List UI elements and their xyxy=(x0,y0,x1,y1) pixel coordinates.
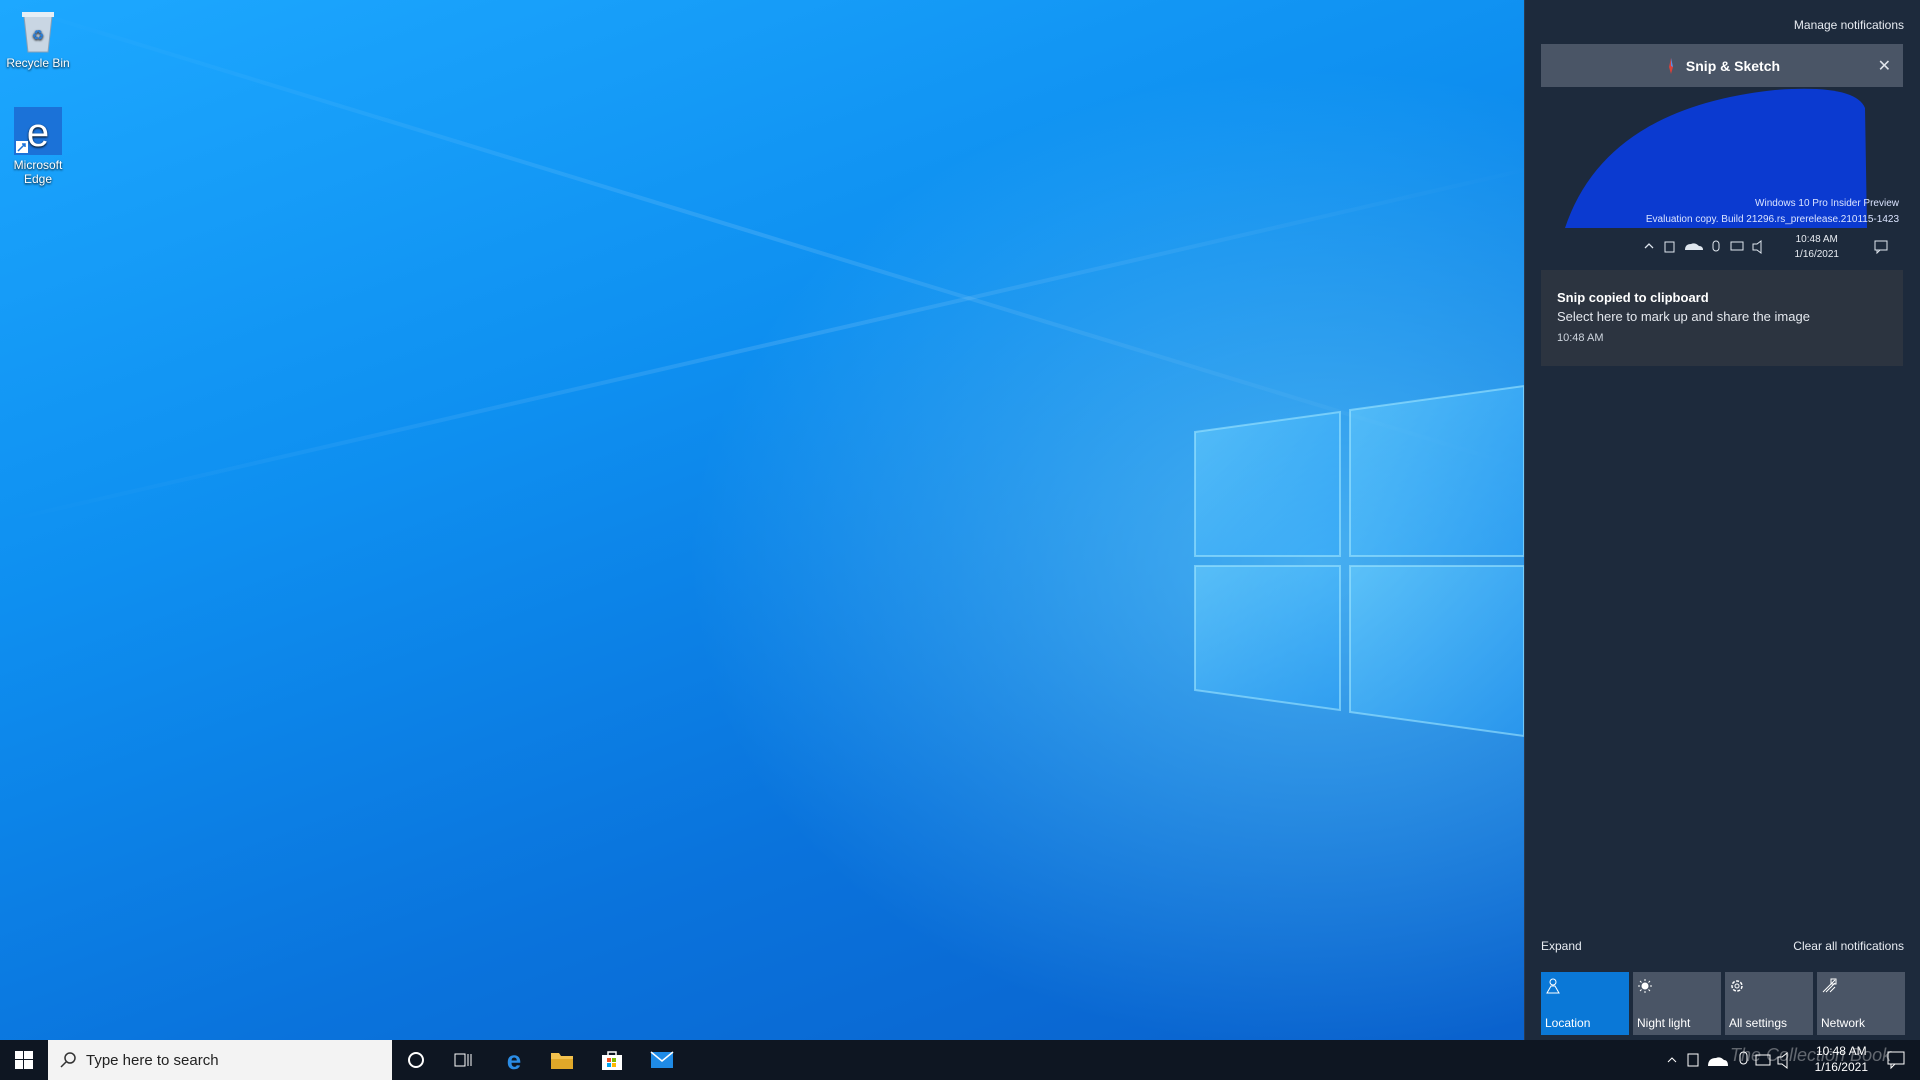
edge-label: Microsoft Edge xyxy=(13,158,63,186)
edge-icon: e xyxy=(14,107,62,155)
toast-title: Snip copied to clipboard xyxy=(1557,290,1709,305)
thumb-time: 10:48 AM xyxy=(1795,234,1838,245)
clear-all-notifications-link[interactable]: Clear all notifications xyxy=(1793,939,1904,953)
store-taskbar-button[interactable] xyxy=(588,1040,636,1080)
search-placeholder: Type here to search xyxy=(86,1051,219,1069)
folder-icon xyxy=(551,1053,573,1069)
network-icon xyxy=(1822,978,1837,993)
edge-desktop-icon[interactable]: e Microsoft Edge xyxy=(0,106,76,186)
recycle-bin-desktop-icon[interactable]: ♻ Recycle Bin xyxy=(0,6,76,70)
quick-action-label: Network xyxy=(1821,1016,1866,1030)
toast-time: 10:48 AM xyxy=(1557,332,1604,344)
manage-notifications-link[interactable]: Manage notifications xyxy=(1794,18,1904,32)
recycle-bin-icon: ♻ xyxy=(22,12,54,53)
quick-action-location[interactable]: Location xyxy=(1541,972,1629,1035)
thumb-action-center-icon xyxy=(1874,240,1888,254)
thumb-date: 1/16/2021 xyxy=(1794,249,1840,260)
svg-text:e: e xyxy=(507,1048,521,1072)
expand-link[interactable]: Expand xyxy=(1541,939,1582,953)
svg-text:e: e xyxy=(27,111,49,155)
taskbar: Type here to search e 10:48 AM 1/16/2021 xyxy=(0,1040,1920,1080)
thumb-watermark-1: Windows 10 Pro Insider Preview xyxy=(1755,198,1899,209)
cortana-icon xyxy=(408,1052,424,1068)
taskbar-search-box[interactable]: Type here to search xyxy=(48,1040,392,1080)
mail-icon xyxy=(650,1051,674,1068)
file-explorer-taskbar-button[interactable] xyxy=(538,1040,586,1080)
quick-action-all-settings[interactable]: All settings xyxy=(1725,972,1813,1035)
store-icon xyxy=(602,1051,622,1070)
site-watermark: The Collection Book xyxy=(1730,1045,1892,1065)
night-light-icon xyxy=(1638,979,1652,993)
windows-start-icon xyxy=(15,1051,33,1069)
quick-action-label: Location xyxy=(1545,1016,1591,1030)
toast-body: Select here to mark up and share the ima… xyxy=(1557,309,1810,324)
settings-icon xyxy=(1731,980,1743,992)
svg-text:♻: ♻ xyxy=(32,27,45,43)
mail-taskbar-button[interactable] xyxy=(638,1040,686,1080)
quick-action-label: All settings xyxy=(1729,1016,1788,1030)
quick-action-night-light[interactable]: Night light xyxy=(1633,972,1721,1035)
edge-icon: e xyxy=(507,1048,521,1072)
notification-group-header[interactable]: Snip & Sketch ✕ xyxy=(1541,44,1903,87)
task-view-icon xyxy=(454,1053,472,1067)
task-view-button[interactable] xyxy=(440,1040,488,1080)
snip-thumbnail[interactable]: Windows 10 Pro Insider Preview Evaluatio… xyxy=(1565,88,1901,266)
action-center-panel: Manage notifications Snip & Sketch ✕ Win… xyxy=(1524,0,1920,1040)
thumb-clock: 10:48 AM 1/16/2021 xyxy=(1795,232,1840,262)
quick-action-network[interactable]: Network xyxy=(1817,972,1905,1035)
quick-action-label: Night light xyxy=(1637,1016,1691,1030)
thumb-tray-icons xyxy=(1644,240,1762,254)
thumb-watermark-2: Evaluation copy. Build 21296.rs_prerelea… xyxy=(1645,214,1899,225)
search-icon xyxy=(60,1052,76,1068)
recycle-bin-label: Recycle Bin xyxy=(6,56,70,70)
edge-taskbar-button[interactable]: e xyxy=(490,1040,538,1080)
close-icon[interactable]: ✕ xyxy=(1878,56,1891,76)
start-button[interactable] xyxy=(0,1040,48,1080)
location-icon xyxy=(1546,978,1560,994)
group-title: Snip & Sketch xyxy=(1685,57,1781,74)
cortana-button[interactable] xyxy=(392,1040,440,1080)
snip-sketch-app-icon xyxy=(1668,57,1673,74)
notification-toast[interactable]: Snip copied to clipboard Select here to … xyxy=(1541,270,1903,366)
